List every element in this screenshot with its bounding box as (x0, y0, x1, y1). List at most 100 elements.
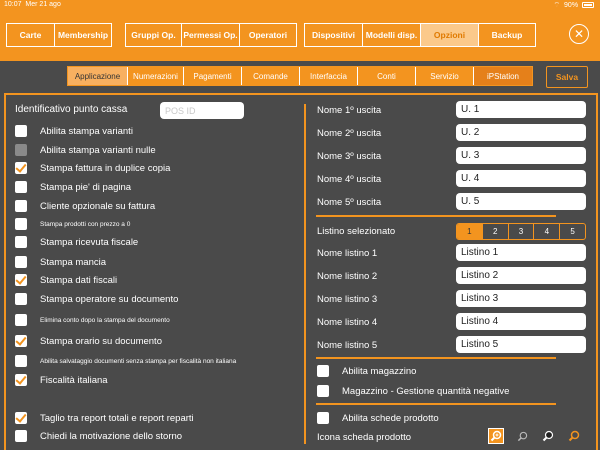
subtab-interfaccia[interactable]: Interfaccia (300, 67, 358, 85)
pos-id-label: Identificativo punto cassa (15, 104, 128, 115)
top-tab-group-2: Gruppi Op. Permessi Op. Operatori (125, 23, 297, 47)
option-prodotti-prezzo-zero[interactable]: Stampa prodotti con prezzo a 0 (15, 218, 130, 230)
column-divider (304, 104, 306, 444)
option-fattura-duplice[interactable]: Stampa fattura in duplice copia (15, 162, 170, 174)
option-cliente-opzionale[interactable]: Cliente opzionale su fattura (15, 200, 155, 212)
subtab-conti[interactable]: Conti (358, 67, 416, 85)
checkbox[interactable] (317, 385, 329, 397)
tab-carte[interactable]: Carte (7, 24, 55, 46)
tab-backup[interactable]: Backup (479, 24, 535, 46)
tab-modelli-disp[interactable]: Modelli disp. (363, 24, 421, 46)
output-3-label: Nome 3º uscita (317, 151, 382, 162)
top-tab-group-1: Carte Membership (6, 23, 112, 47)
output-4-input[interactable]: U. 4 (456, 170, 586, 187)
checkbox[interactable] (317, 365, 329, 377)
tab-gruppi-op[interactable]: Gruppi Op. (126, 24, 182, 46)
output-2-label: Nome 2º uscita (317, 128, 382, 139)
option-pie-di-pagina[interactable]: Stampa pie' di pagina (15, 181, 131, 193)
output-5-input[interactable]: U. 5 (456, 193, 586, 210)
subtab-comande[interactable]: Comande (242, 67, 300, 85)
option-ricevuta-fiscale[interactable]: Stampa ricevuta fiscale (15, 236, 138, 248)
listino-1-input[interactable]: Listino 1 (456, 244, 586, 261)
option-schede-prodotto[interactable]: Abilita schede prodotto (317, 412, 439, 424)
checkbox[interactable] (15, 293, 27, 305)
listino-4-input[interactable]: Listino 4 (456, 313, 586, 330)
tab-opzioni[interactable]: Opzioni (421, 24, 479, 46)
listino-2-label: Nome listino 2 (317, 271, 378, 282)
pos-id-input[interactable]: POS ID (160, 102, 244, 119)
subtab-servizio[interactable]: Servizio (416, 67, 474, 85)
listino-option-5[interactable]: 5 (560, 224, 585, 239)
checkbox[interactable] (15, 181, 27, 193)
subtab-applicazione[interactable]: Applicazione (68, 67, 128, 85)
option-label: Elimina conto dopo la stampa del documen… (40, 316, 170, 324)
option-label: Stampa fattura in duplice copia (40, 162, 171, 174)
checkbox[interactable] (15, 274, 27, 286)
tab-dispositivi[interactable]: Dispositivi (305, 24, 363, 46)
option-operatore-documento[interactable]: Stampa operatore su documento (15, 293, 178, 305)
listino-2-input[interactable]: Listino 2 (456, 267, 586, 284)
tab-operatori[interactable]: Operatori (240, 24, 296, 46)
checkbox[interactable] (15, 125, 27, 137)
listino-4-label: Nome listino 4 (317, 317, 378, 328)
option-taglio-report[interactable]: Taglio tra report totali e report repart… (15, 412, 194, 424)
listino-3-input[interactable]: Listino 3 (456, 290, 586, 307)
listino-5-input[interactable]: Listino 5 (456, 336, 586, 353)
subtab-numerazioni[interactable]: Numerazioni (128, 67, 184, 85)
checkbox[interactable] (15, 314, 27, 326)
wifi-icon: ⌔ (553, 2, 561, 9)
checkbox[interactable] (15, 335, 27, 347)
output-2-input[interactable]: U. 2 (456, 124, 586, 141)
output-1-label: Nome 1º uscita (317, 105, 382, 116)
option-fiscalita-italiana[interactable]: Fiscalità italiana (15, 374, 108, 386)
checkbox[interactable] (15, 144, 27, 156)
checkbox[interactable] (15, 374, 27, 386)
zoom-in-dark-icon[interactable] (540, 428, 556, 444)
option-abilita-stampa-varianti[interactable]: Abilita stampa varianti (15, 125, 133, 137)
status-date: Mer 21 ago (25, 1, 61, 8)
option-salvataggio-senza-stampa[interactable]: Abilita salvataggio documenti senza stam… (15, 355, 236, 367)
option-motivazione-storno[interactable]: Chiedi la motivazione dello storno (15, 430, 182, 442)
zoom-in-icon[interactable] (488, 428, 504, 444)
checkbox[interactable] (15, 256, 27, 268)
listino-option-1[interactable]: 1 (457, 224, 483, 239)
listino-3-label: Nome listino 3 (317, 294, 378, 305)
option-quantita-negative[interactable]: Magazzino - Gestione quantità negative (317, 385, 509, 397)
zoom-in-orange-icon[interactable] (566, 428, 582, 444)
zoom-in-small-icon[interactable] (514, 428, 530, 444)
close-button[interactable]: ✕ (569, 24, 589, 44)
status-bar: 10:07 Mer 21 ago ⌔ 90% (0, 0, 600, 11)
tab-membership[interactable]: Membership (55, 24, 111, 46)
option-label: Abilita schede prodotto (342, 412, 439, 424)
option-label: Stampa ricevuta fiscale (40, 236, 139, 248)
option-stampa-mancia[interactable]: Stampa mancia (15, 256, 106, 268)
checkbox[interactable] (15, 218, 27, 230)
option-label: Stampa operatore su documento (40, 293, 179, 305)
option-elimina-conto[interactable]: Elimina conto dopo la stampa del documen… (15, 314, 170, 326)
output-3-input[interactable]: U. 3 (456, 147, 586, 164)
subtab-ipstation[interactable]: iPStation (474, 67, 532, 85)
checkbox[interactable] (15, 162, 27, 174)
option-abilita-magazzino[interactable]: Abilita magazzino (317, 365, 416, 377)
checkbox[interactable] (15, 200, 27, 212)
checkbox[interactable] (15, 430, 27, 442)
option-abilita-stampa-varianti-nulle[interactable]: Abilita stampa varianti nulle (15, 144, 156, 156)
option-label: Chiedi la motivazione dello storno (40, 430, 183, 442)
output-1-input[interactable]: U. 1 (456, 101, 586, 118)
checkbox[interactable] (15, 412, 27, 424)
listino-selezionato-label: Listino selezionato (317, 226, 396, 237)
listino-segmented-control: 1 2 3 4 5 (456, 223, 586, 240)
status-time-date: 10:07 Mer 21 ago (4, 1, 61, 8)
save-button[interactable]: Salva (546, 66, 588, 88)
option-dati-fiscali[interactable]: Stampa dati fiscali (15, 274, 117, 286)
tab-permessi-op[interactable]: Permessi Op. (182, 24, 240, 46)
listino-option-2[interactable]: 2 (483, 224, 509, 239)
listino-option-3[interactable]: 3 (509, 224, 535, 239)
checkbox[interactable] (317, 412, 329, 424)
subtab-pagamenti[interactable]: Pagamenti (184, 67, 242, 85)
checkbox[interactable] (15, 236, 27, 248)
listino-option-4[interactable]: 4 (534, 224, 561, 239)
checkbox[interactable] (15, 355, 27, 367)
option-label: Taglio tra report totali e report repart… (40, 412, 194, 424)
option-orario-documento[interactable]: Stampa orario su documento (15, 335, 162, 347)
